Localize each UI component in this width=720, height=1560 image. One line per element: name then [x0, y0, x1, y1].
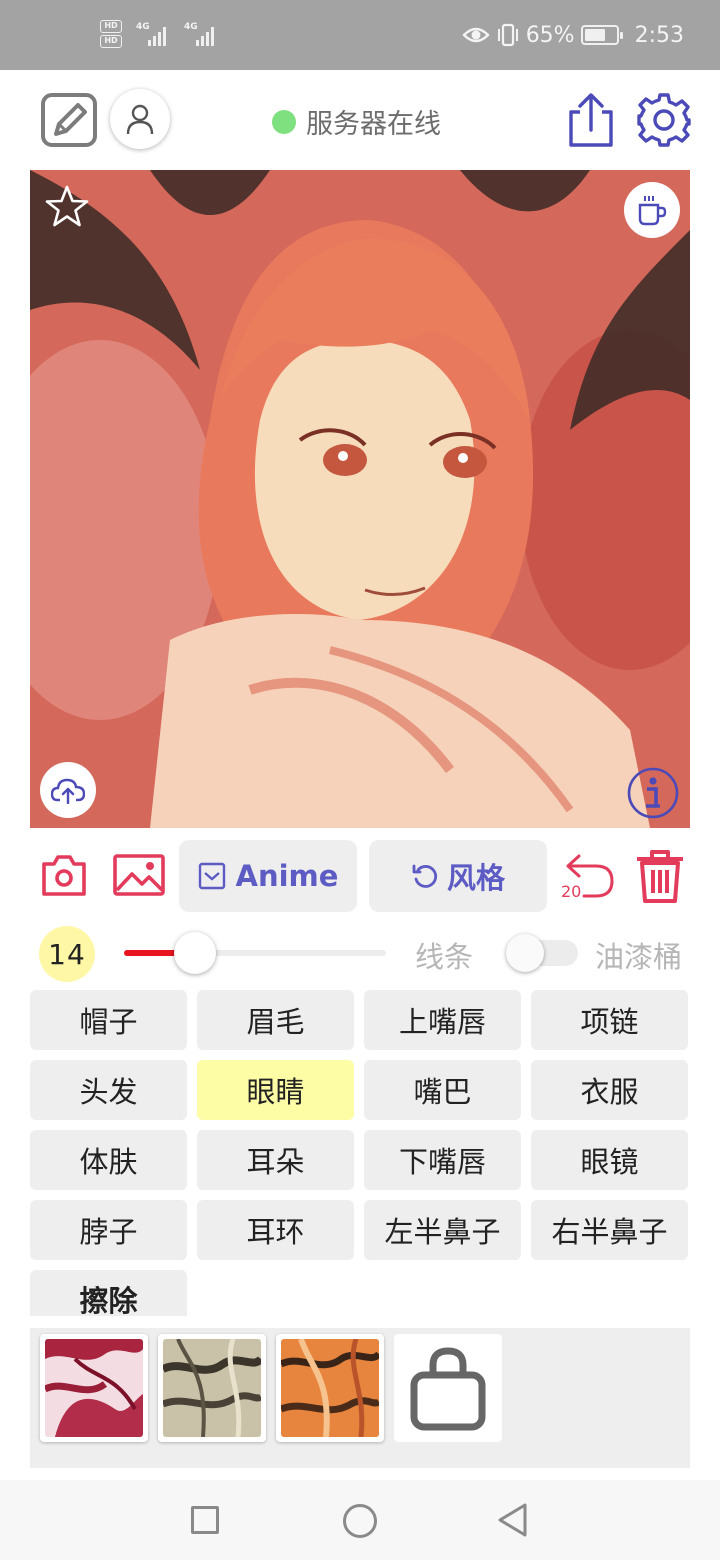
part-label: 体肤 — [79, 1145, 138, 1179]
style-thumbnail-sepia[interactable] — [158, 1334, 266, 1442]
account-button[interactable] — [110, 89, 170, 149]
style-preview-crimson — [45, 1339, 143, 1437]
part-button[interactable]: 右半鼻子 — [531, 1200, 688, 1260]
hd-indicators: HD HD — [100, 20, 122, 48]
part-button[interactable]: 眼镜 — [531, 1130, 688, 1190]
signal-icon: 4G — [136, 20, 170, 48]
clock: 2:53 — [634, 22, 684, 48]
anime-portrait-image — [30, 170, 690, 828]
style-button[interactable]: 风格 — [369, 840, 547, 912]
part-button[interactable]: 头发 — [30, 1060, 187, 1120]
hd-badge: HD — [100, 20, 122, 33]
part-button[interactable]: 眉毛 — [197, 990, 354, 1050]
style-thumbnail-crimson[interactable] — [40, 1334, 148, 1442]
style-thumbnail-orange[interactable] — [276, 1334, 384, 1442]
part-label: 下嘴唇 — [398, 1145, 486, 1179]
server-status-text: 服务器在线 — [306, 109, 441, 140]
part-button[interactable]: 脖子 — [30, 1200, 187, 1260]
part-button[interactable]: 耳朵 — [197, 1130, 354, 1190]
part-label: 衣服 — [580, 1075, 639, 1109]
erase-label: 擦除 — [79, 1284, 138, 1318]
part-button[interactable]: 左半鼻子 — [364, 1200, 521, 1260]
part-button[interactable]: 上嘴唇 — [364, 990, 521, 1050]
anime-mode-button[interactable]: Anime — [179, 840, 357, 912]
recents-icon[interactable] — [191, 1506, 219, 1534]
back-icon[interactable] — [496, 1502, 528, 1538]
settings-gear-icon[interactable] — [636, 92, 692, 148]
part-button[interactable]: 项链 — [531, 990, 688, 1050]
style-label: 风格 — [446, 861, 505, 895]
style-strip — [30, 1328, 690, 1468]
part-button[interactable]: 嘴巴 — [364, 1060, 521, 1120]
camera-icon[interactable] — [40, 852, 88, 898]
shopping-bag-icon — [410, 1347, 486, 1431]
share-icon[interactable] — [566, 92, 616, 148]
part-label: 左半鼻子 — [384, 1215, 501, 1249]
trash-icon[interactable] — [634, 848, 686, 904]
eye-icon — [461, 27, 490, 43]
app-screen: HD HD 4G 4G 65% 2:53 服务器在线 Anime 风格 20 1… — [0, 0, 720, 1560]
edit-icon[interactable] — [40, 92, 98, 148]
part-label: 眉毛 — [246, 1005, 305, 1039]
part-label: 项链 — [580, 1005, 639, 1039]
part-label: 眼睛 — [246, 1075, 305, 1109]
signal-icon: 4G — [184, 20, 218, 48]
slider-thumb[interactable] — [174, 932, 216, 974]
part-button[interactable]: 衣服 — [531, 1060, 688, 1120]
brush-size-slider[interactable] — [124, 950, 386, 956]
action-row: Anime 风格 20 — [0, 838, 720, 916]
home-icon[interactable] — [343, 1504, 377, 1538]
anime-label: Anime — [235, 859, 339, 893]
server-status: 服务器在线 — [272, 102, 441, 141]
status-bar: HD HD 4G 4G 65% 2:53 — [0, 0, 720, 70]
part-label: 耳环 — [246, 1215, 305, 1249]
part-button[interactable]: 眼睛 — [197, 1060, 354, 1120]
status-dot — [272, 109, 296, 134]
part-label: 脖子 — [79, 1215, 138, 1249]
cloud-upload-icon — [51, 778, 85, 804]
part-label: 眼镜 — [580, 1145, 639, 1179]
battery-icon — [580, 25, 623, 45]
status-right: 65% 2:53 — [461, 22, 684, 48]
style-shop-button[interactable] — [394, 1334, 502, 1442]
paint-bucket-toggle[interactable] — [506, 934, 580, 972]
vibrate-icon — [497, 23, 518, 47]
part-button[interactable]: 体肤 — [30, 1130, 187, 1190]
image-canvas[interactable] — [30, 170, 690, 828]
style-preview-sepia — [163, 1339, 261, 1437]
star-icon[interactable] — [42, 182, 92, 232]
part-label: 耳朵 — [246, 1145, 305, 1179]
status-left: HD HD 4G 4G — [100, 20, 218, 48]
part-label: 帽子 — [79, 1005, 138, 1039]
erase-button[interactable]: 擦除 — [30, 1270, 187, 1318]
paint-bucket-label: 油漆桶 — [595, 940, 683, 974]
battery-percent: 65% — [525, 22, 575, 48]
part-label: 头发 — [79, 1075, 138, 1109]
top-toolbar: 服务器在线 — [0, 70, 720, 170]
upload-button[interactable] — [40, 762, 96, 818]
part-button[interactable]: 耳环 — [197, 1200, 354, 1260]
lines-label: 线条 — [415, 940, 474, 974]
gallery-icon[interactable] — [112, 852, 166, 898]
part-label: 嘴巴 — [413, 1075, 472, 1109]
hd-badge: HD — [100, 35, 122, 48]
brush-controls: 14 线条 油漆桶 — [0, 924, 720, 984]
user-icon — [126, 104, 154, 135]
part-label: 上嘴唇 — [398, 1005, 486, 1039]
coffee-button[interactable] — [624, 182, 680, 238]
coffee-icon — [638, 196, 667, 226]
info-icon[interactable] — [626, 766, 680, 820]
part-button[interactable]: 下嘴唇 — [364, 1130, 521, 1190]
part-label: 右半鼻子 — [551, 1215, 668, 1249]
system-nav-bar — [0, 1480, 720, 1560]
part-button[interactable]: 帽子 — [30, 990, 187, 1050]
style-preview-orange — [281, 1339, 379, 1437]
checkbox-icon — [198, 862, 225, 890]
brush-size-badge: 14 — [39, 926, 95, 982]
undo-count: 20 — [561, 882, 582, 901]
refresh-icon — [412, 864, 438, 888]
